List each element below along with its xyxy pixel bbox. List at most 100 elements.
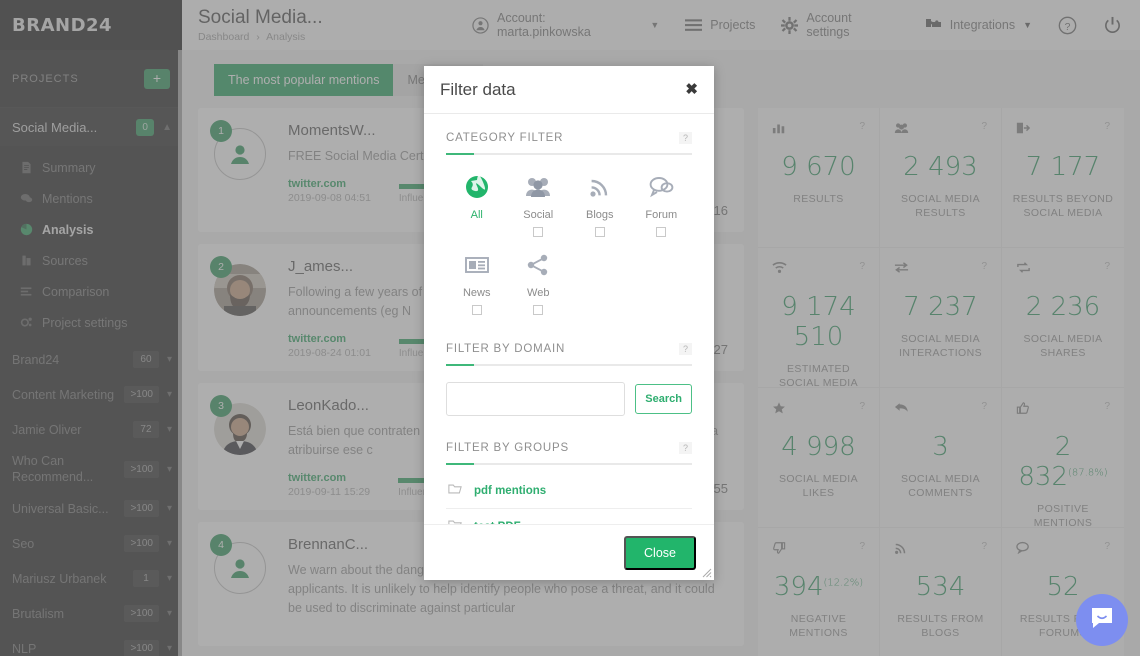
- help-icon[interactable]: ?: [1104, 541, 1110, 552]
- category-option-news[interactable]: News: [446, 251, 508, 315]
- category-option-web[interactable]: Web: [508, 251, 570, 315]
- help-icon[interactable]: ?: [981, 541, 987, 552]
- metric-card-results-from-blogs[interactable]: ? 534 RESULTS FROM BLOGS: [880, 528, 1002, 656]
- help-icon[interactable]: ?: [678, 343, 692, 355]
- mention-source[interactable]: twitter.com: [288, 472, 370, 484]
- help-icon[interactable]: ?: [859, 261, 865, 272]
- chevron-down-icon[interactable]: ▾: [167, 573, 172, 584]
- chevron-down-icon[interactable]: ▾: [167, 608, 172, 619]
- chevron-down-icon[interactable]: ▾: [167, 354, 172, 365]
- group-item-test-pdf[interactable]: test PDF: [446, 509, 692, 524]
- list-item[interactable]: Content Marketing >100 ▾: [0, 377, 182, 412]
- metric-card-estimated-social-media-reach[interactable]: ? 9 174 510 ESTIMATED SOCIAL MEDIA REACH: [758, 248, 880, 403]
- list-item[interactable]: Universal Basic... >100 ▾: [0, 491, 182, 526]
- close-icon[interactable]: ✖: [685, 82, 698, 97]
- breadcrumb-separator: ›: [256, 31, 260, 43]
- breadcrumb-parent[interactable]: Dashboard: [198, 31, 249, 43]
- chevron-down-icon[interactable]: ▾: [167, 464, 172, 475]
- integrations-menu[interactable]: Integrations ▼: [924, 17, 1032, 33]
- avatar-wrap: 2: [210, 256, 274, 359]
- mention-source[interactable]: twitter.com: [288, 333, 371, 345]
- sidebar-item-analysis[interactable]: Analysis: [0, 214, 182, 245]
- logout-button[interactable]: [1103, 16, 1122, 35]
- metric-card-social-media-interactions[interactable]: ? 7 237 SOCIAL MEDIA INTERACTIONS: [880, 248, 1002, 388]
- add-project-button[interactable]: +: [144, 68, 170, 89]
- help-icon[interactable]: ?: [1104, 401, 1110, 412]
- forum-icon: [1016, 541, 1031, 559]
- mention-source-block: twitter.com 2019-09-08 04:51: [288, 178, 371, 204]
- domain-filter-section: FILTER BY DOMAIN ? Search: [446, 335, 692, 416]
- chevron-up-icon[interactable]: ▲: [162, 122, 172, 133]
- section-underline: [446, 153, 692, 155]
- metric-card-results[interactable]: ? 9 670 RESULTS: [758, 108, 880, 248]
- chat-widget-button[interactable]: [1076, 594, 1128, 646]
- help-icon[interactable]: ?: [678, 442, 692, 454]
- metric-card-social-media-comments[interactable]: ? 3 SOCIAL MEDIA COMMENTS: [880, 388, 1002, 528]
- metric-card-social-media-likes[interactable]: ? 4 998 SOCIAL MEDIA LIKES: [758, 388, 880, 528]
- domain-search-input[interactable]: [446, 382, 626, 416]
- breadcrumb: Dashboard › Analysis: [198, 31, 472, 43]
- group-icon: [508, 173, 570, 201]
- category-checkbox[interactable]: [656, 227, 667, 237]
- metric-percent: (87.8%): [1068, 467, 1108, 479]
- category-option-forum[interactable]: Forum: [631, 173, 693, 237]
- brand-logo[interactable]: BRAND24: [0, 0, 182, 50]
- metric-card-positive-mentions[interactable]: ? 2 832(87.8%) POSITIVE MENTIONS: [1002, 388, 1124, 529]
- hamburger-icon: [685, 18, 703, 32]
- metric-value-wrap: 9 670: [766, 152, 871, 182]
- category-option-social[interactable]: Social: [508, 173, 570, 237]
- list-item[interactable]: Seo >100 ▾: [0, 526, 182, 561]
- sidebar-item-comparison[interactable]: Comparison: [0, 276, 182, 307]
- metric-card-results-beyond-social-media[interactable]: ? 7 177 RESULTS BEYOND SOCIAL MEDIA: [1002, 108, 1124, 248]
- chevron-down-icon[interactable]: ▾: [167, 503, 172, 514]
- category-option-all[interactable]: All: [446, 173, 508, 237]
- sidebar-item-summary[interactable]: Summary: [0, 152, 182, 183]
- chevron-down-icon[interactable]: ▾: [167, 538, 172, 549]
- tab-most-popular-mentions[interactable]: The most popular mentions: [214, 64, 394, 96]
- list-item[interactable]: Brand24 60 ▾: [0, 342, 182, 377]
- account-settings-menu[interactable]: Account settings: [781, 11, 897, 39]
- help-icon[interactable]: ?: [981, 121, 987, 132]
- help-icon[interactable]: ?: [981, 401, 987, 412]
- project-count: >100: [124, 640, 159, 656]
- help-icon[interactable]: ?: [859, 121, 865, 132]
- category-option-blogs[interactable]: Blogs: [569, 173, 631, 237]
- sidebar-item-project-settings[interactable]: Project settings: [0, 307, 182, 338]
- group-item-pdf-mentions[interactable]: pdf mentions: [446, 473, 692, 509]
- project-name: Seo: [12, 536, 35, 551]
- help-button[interactable]: ?: [1058, 16, 1077, 35]
- chevron-down-icon[interactable]: ▾: [167, 424, 172, 435]
- list-item[interactable]: NLP >100 ▾: [0, 631, 182, 656]
- sidebar-item-mentions[interactable]: Mentions: [0, 183, 182, 214]
- domain-search-button[interactable]: Search: [635, 384, 692, 414]
- sidebar-item-label: Mentions: [42, 191, 93, 206]
- projects-menu[interactable]: Projects: [685, 18, 755, 32]
- help-icon[interactable]: ?: [1104, 261, 1110, 272]
- category-checkbox[interactable]: [594, 227, 605, 237]
- resize-handle-icon[interactable]: [702, 568, 712, 578]
- metric-card-social-media-shares[interactable]: ? 2 236 SOCIAL MEDIA SHARES: [1002, 248, 1124, 388]
- list-item[interactable]: Brutalism >100 ▾: [0, 596, 182, 631]
- list-item[interactable]: Jamie Oliver 72 ▾: [0, 412, 182, 447]
- list-item[interactable]: Who Can Recommend... >100 ▾: [0, 447, 182, 491]
- mention-source[interactable]: twitter.com: [288, 178, 371, 190]
- sidebar-item-social-media[interactable]: Social Media... 0 ▲: [0, 108, 182, 146]
- category-checkbox[interactable]: [471, 305, 482, 315]
- chevron-down-icon[interactable]: ▾: [167, 643, 172, 654]
- sidebar-item-sources[interactable]: Sources: [0, 245, 182, 276]
- metric-card-negative-mentions[interactable]: ? 394(12.2%) NEGATIVE MENTIONS: [758, 528, 880, 656]
- help-icon[interactable]: ?: [859, 541, 865, 552]
- metric-value-wrap: 2 493: [888, 152, 993, 182]
- help-icon[interactable]: ?: [981, 261, 987, 272]
- document-icon: [20, 161, 33, 174]
- category-checkbox[interactable]: [533, 227, 544, 237]
- help-icon[interactable]: ?: [859, 401, 865, 412]
- category-checkbox[interactable]: [533, 305, 544, 315]
- chevron-down-icon[interactable]: ▾: [167, 389, 172, 400]
- list-item[interactable]: Mariusz Urbanek 1 ▾: [0, 561, 182, 596]
- account-menu[interactable]: Account: marta.pinkowska ▼: [472, 11, 659, 39]
- help-icon[interactable]: ?: [1104, 121, 1110, 132]
- close-button[interactable]: Close: [624, 535, 696, 570]
- help-icon[interactable]: ?: [678, 132, 692, 144]
- metric-card-social-media-results[interactable]: ? 2 493 SOCIAL MEDIA RESULTS: [880, 108, 1002, 248]
